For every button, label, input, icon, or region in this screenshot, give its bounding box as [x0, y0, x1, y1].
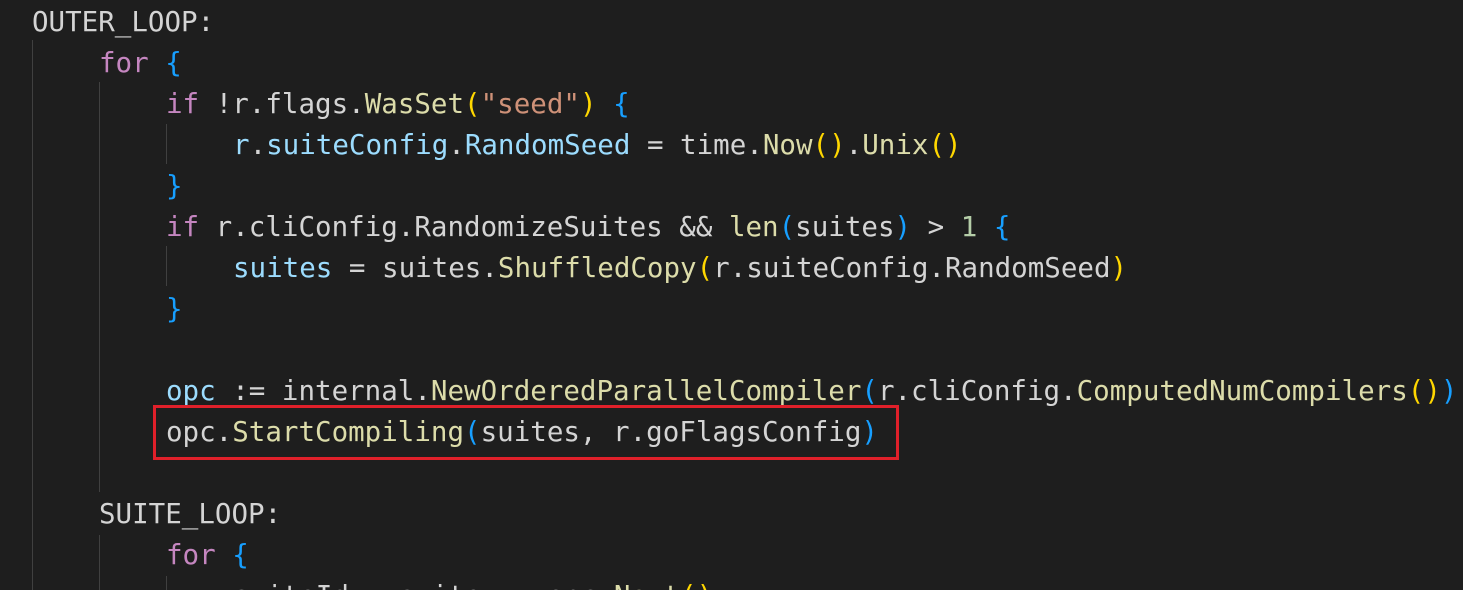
code-token: (): [928, 129, 962, 161]
indent-guide-suite-loop: [99, 535, 100, 590]
code-token: r.cliConfig.: [877, 375, 1077, 407]
code-line: if !r.flags.WasSet("seed") {: [166, 84, 630, 125]
code-token: (: [778, 211, 796, 243]
code-token: = suites.: [332, 252, 498, 284]
code-token: ): [894, 211, 912, 243]
code-token: Next: [614, 580, 680, 590]
code-token: for: [99, 47, 149, 79]
code-token: {: [613, 88, 630, 120]
code-token: }: [166, 170, 183, 202]
indent-guide-for: [99, 82, 100, 492]
code-token: {: [165, 47, 182, 79]
code-token: ShuffledCopy: [497, 252, 697, 284]
code-token: }: [166, 293, 183, 325]
code-token: .: [249, 129, 267, 161]
code-line: if r.cliConfig.RandomizeSuites && len(su…: [166, 207, 1010, 248]
code-token: .: [448, 129, 465, 161]
code-line: r.suiteConfig.RandomSeed = time.Now().Un…: [233, 125, 962, 166]
code-line: OUTER_LOOP:: [32, 2, 214, 43]
code-token: suiteConfig: [266, 129, 449, 161]
code-token: ): [1440, 375, 1458, 407]
code-token: {: [993, 211, 1011, 243]
code-token: Now: [762, 129, 813, 161]
code-token: WasSet: [364, 88, 465, 120]
code-token: suites: [795, 211, 895, 243]
code-token: (): [1407, 375, 1441, 407]
code-token: if: [166, 211, 200, 243]
code-editor[interactable]: OUTER_LOOP: for {if !r.flags.WasSet("seed…: [0, 0, 1463, 590]
indent-guide-suite-for: [166, 576, 167, 590]
indent-guide-if-seed: [166, 124, 167, 164]
code-token: = time.: [630, 129, 763, 161]
code-token: if: [166, 88, 200, 120]
code-line: }: [166, 166, 183, 207]
code-line: suiteIdx, suite := opc.Next(): [233, 576, 713, 590]
code-line: suites = suites.ShuffledCopy(r.suiteConf…: [233, 248, 1127, 289]
code-token: (: [464, 88, 481, 120]
code-token: (): [812, 129, 846, 161]
code-token: RandomSeed: [464, 129, 631, 161]
code-token: r.cliConfig.RandomizeSuites &&: [199, 211, 729, 243]
code-token: r: [233, 129, 250, 161]
code-line: for {: [99, 43, 182, 84]
code-token: !r.flags.: [199, 88, 365, 120]
code-line: }: [166, 289, 183, 330]
code-token: .: [845, 129, 863, 161]
code-token: Unix: [862, 129, 929, 161]
code-token: opc: [166, 375, 216, 407]
indent-guide-if-randomize: [166, 246, 167, 286]
code-token: ): [1110, 252, 1128, 284]
code-token: (: [696, 252, 714, 284]
code-token: SUITE_LOOP:: [99, 498, 282, 530]
code-token: OUTER_LOOP:: [32, 6, 215, 38]
indent-guide-outer: [32, 40, 33, 590]
code-token: >: [911, 211, 961, 243]
code-token: ComputedNumCompilers: [1076, 375, 1408, 407]
code-token: len: [728, 211, 779, 243]
code-token: ): [579, 88, 597, 120]
code-token: := internal.: [215, 375, 431, 407]
code-token: "seed": [480, 88, 580, 120]
code-line: for {: [166, 535, 249, 576]
code-token: (: [861, 375, 878, 407]
highlight-box: [153, 405, 899, 460]
code-token: {: [232, 539, 249, 571]
code-token: (): [680, 580, 713, 590]
code-token: for: [166, 539, 216, 571]
code-token: suites: [233, 252, 333, 284]
code-line: SUITE_LOOP:: [99, 494, 281, 535]
code-token: 1: [960, 211, 978, 243]
code-token: r.suiteConfig.RandomSeed: [713, 252, 1111, 284]
code-token: suiteIdx, suite := opc.: [233, 580, 614, 590]
code-token: NewOrderedParallelCompiler: [430, 375, 862, 407]
